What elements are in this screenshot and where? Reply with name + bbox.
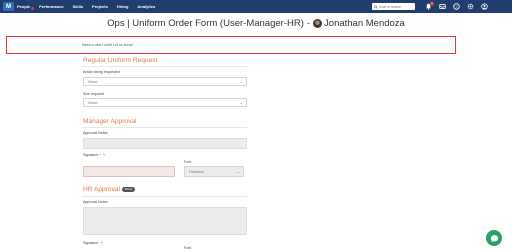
hr-notes-field[interactable] — [83, 207, 247, 235]
manager-font-value: Freehand — [189, 169, 204, 174]
page-title: Ops | Uniform Order Form (User-Manager-H… — [107, 17, 304, 29]
section-divider — [82, 196, 247, 197]
section-divider — [82, 127, 247, 128]
gear-icon — [467, 3, 473, 10]
article-select[interactable]: Select ⌄ — [83, 77, 247, 86]
manager-signature-label: Signature * ✎ — [83, 153, 106, 157]
hr-signature-label: Signature ✎ — [83, 241, 103, 245]
manager-notes-field[interactable] — [83, 138, 247, 149]
manager-signature-field[interactable] — [83, 166, 175, 177]
user-name: Jonathan Mendoza — [324, 17, 405, 29]
size-select-value: Select — [88, 100, 98, 105]
hr-notes-label: Approval Notes — [83, 200, 108, 204]
section-heading-regular: Regular Uniform Request — [83, 57, 158, 64]
chat-icon — [490, 234, 498, 242]
title-separator: - — [306, 17, 311, 29]
status-badge: Done — [122, 187, 136, 192]
chat-button[interactable] — [486, 230, 502, 246]
hr-font-label: Font — [184, 246, 192, 250]
hr-signature-label-text: Signature — [83, 241, 99, 245]
signature-label-text: Signature — [83, 153, 99, 157]
article-label: Article being requested — [83, 70, 120, 74]
pencil-icon[interactable]: ✎ — [103, 153, 106, 157]
page-header: Ops | Uniform Order Form (User-Manager-H… — [0, 15, 512, 31]
logo-text: M — [6, 3, 11, 10]
required-mark: * — [99, 153, 101, 157]
inbox-icon — [438, 3, 446, 10]
settings-button[interactable] — [466, 3, 474, 11]
help-button[interactable]: ? — [452, 3, 460, 11]
nav-projects[interactable]: Projects — [92, 0, 108, 13]
request-message: Need a new t shirt! Let us know! — [82, 43, 134, 47]
request-message-box: Need a new t shirt! Let us know! — [6, 36, 456, 54]
search-input[interactable] — [379, 3, 413, 10]
svg-text:?: ? — [455, 5, 457, 9]
manager-font-select[interactable]: Freehand ⌄ — [184, 166, 244, 177]
nav-hiring[interactable]: Hiring — [117, 0, 129, 13]
top-nav-bar: M People Performance Skills Projects Hir… — [0, 0, 512, 13]
help-icon: ? — [452, 3, 460, 10]
nav-performance[interactable]: Performance — [39, 0, 63, 13]
profile-button[interactable] — [480, 3, 488, 11]
section-heading-hr: HR Approval Done — [83, 186, 136, 193]
inbox-button[interactable] — [438, 3, 446, 11]
article-select-value: Select — [88, 79, 98, 84]
nav-people[interactable]: People — [17, 0, 35, 13]
notification-badge: 1 — [430, 1, 434, 6]
manager-notes-label: Approval Notes — [83, 131, 108, 135]
size-select[interactable]: Select ⌄ — [83, 98, 247, 107]
chevron-down-icon: ⌄ — [239, 79, 243, 84]
search-icon — [374, 4, 378, 9]
user-icon — [480, 3, 488, 10]
nav-analytics[interactable]: Analytics — [137, 0, 155, 13]
chevron-down-icon: ⌄ — [239, 100, 243, 105]
app-logo[interactable]: M — [3, 2, 14, 11]
main-nav: People Performance Skills Projects Hirin… — [17, 0, 164, 13]
chevron-down-icon: ⌄ — [236, 169, 240, 174]
pencil-icon[interactable]: ✎ — [100, 241, 103, 245]
section-divider — [82, 66, 247, 67]
top-icons: 1 ? — [424, 1, 494, 11]
avatar — [313, 18, 323, 28]
manager-font-label: Font — [184, 160, 192, 164]
nav-skills[interactable]: Skills — [73, 0, 83, 13]
notification-button[interactable]: 1 — [424, 1, 434, 11]
section-heading-manager: Manager Approval — [83, 118, 137, 125]
search-box[interactable] — [372, 3, 415, 10]
size-label: Size required — [83, 92, 105, 96]
hr-heading-text: HR Approval — [83, 186, 121, 193]
